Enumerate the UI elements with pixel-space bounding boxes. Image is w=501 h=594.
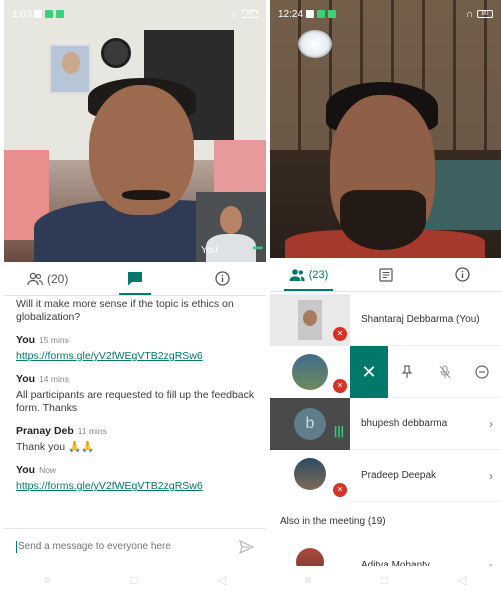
app-notification-icon <box>45 10 54 18</box>
chat-icon <box>127 272 142 286</box>
tab-chat[interactable] <box>91 262 178 295</box>
right-phone-screen: 12:24 ∩ 80 (23) ✕ Shantaraj Debbarma (Yo… <box>270 0 501 594</box>
participant-list: ✕ Shantaraj Debbarma (You) ✕ ✕ b ||| bhu… <box>270 293 501 592</box>
participant-name: Pradeep Deepak <box>361 470 437 481</box>
participant-avatar: ✕ <box>270 449 350 502</box>
speaking-icon: ||| <box>333 423 344 438</box>
info-icon <box>455 267 470 282</box>
menu-nav-icon[interactable]: ≡ <box>44 573 51 587</box>
message-link[interactable]: https://forms.gle/yV2fWEgVTB2zgRSw6 <box>16 480 260 493</box>
participant-avatar: b ||| <box>270 397 350 450</box>
battery-icon: 80 <box>477 10 493 18</box>
message-time: 14 mins <box>39 374 69 384</box>
home-nav-icon[interactable]: □ <box>130 573 137 587</box>
tab-people[interactable]: (23) <box>270 258 347 291</box>
battery-icon: 80 <box>242 10 258 18</box>
message-text: Thank you <box>16 441 66 453</box>
mic-off-icon <box>439 365 450 379</box>
back-nav-icon[interactable]: ◁ <box>457 573 466 587</box>
light-icon <box>298 30 332 58</box>
chevron-right-icon[interactable]: › <box>489 417 501 431</box>
main-video[interactable] <box>270 0 501 258</box>
remove-button[interactable] <box>463 365 501 379</box>
message-time: 11 mins <box>77 426 107 436</box>
chat-message: Pranay Deb 11 mins Thank you 🙏🙏 <box>16 425 260 454</box>
message-text: Will it make more sense if the topic is … <box>16 298 234 323</box>
status-bar: 12:24 ∩ 80 <box>270 0 501 28</box>
menu-nav-icon[interactable]: ≡ <box>305 573 312 587</box>
pin-icon <box>401 365 413 378</box>
app-notification-icon <box>328 10 337 18</box>
self-label: You <box>201 245 218 256</box>
message-sender: You <box>16 464 36 476</box>
main-video[interactable]: You ••• <box>4 0 266 262</box>
system-nav-bar: ≡ □ ◁ <box>4 566 266 594</box>
status-time: 12:24 <box>278 8 304 20</box>
panel-tabs: (23) <box>270 258 501 292</box>
chat-input[interactable] <box>18 541 238 552</box>
app-notification-icon <box>317 10 326 18</box>
message-link[interactable]: https://forms.gle/yV2fWEgVTB2zgRSw6 <box>16 350 260 363</box>
tab-chat[interactable] <box>347 258 424 291</box>
participant-name: Shantaraj Debbarma (You) <box>361 314 480 325</box>
participant-name: bhupesh debbarma <box>361 418 448 429</box>
chat-compose-bar <box>4 528 266 564</box>
mute-button[interactable] <box>426 365 464 379</box>
mic-off-icon: ✕ <box>333 378 347 393</box>
tab-info[interactable] <box>179 262 266 295</box>
message-text: All participants are requested to fill u… <box>16 389 255 414</box>
message-sender: You <box>16 373 36 385</box>
avatar-initial: b <box>294 407 326 440</box>
people-count: (23) <box>308 268 329 281</box>
participant-row[interactable]: b ||| bhupesh debbarma › <box>270 397 501 450</box>
status-time: 1:03 <box>12 8 32 20</box>
message-time: 15 mins <box>39 335 69 345</box>
mic-off-icon: ✕ <box>333 482 347 497</box>
more-options-icon[interactable]: ••• <box>252 241 263 255</box>
signal-icon <box>34 10 43 18</box>
panel-tabs: (20) <box>4 262 266 296</box>
message-time: Now <box>39 465 57 475</box>
chat-messages: Will it make more sense if the topic is … <box>16 298 260 503</box>
left-phone-screen: 1:03 ∩ 80 You ••• (20) Will it make more… <box>4 0 266 594</box>
chat-message: You 15 mins https://forms.gle/yV2fWEgVTB2… <box>16 334 260 363</box>
pray-emoji-icon: 🙏🙏 <box>67 441 95 453</box>
remove-icon <box>475 365 489 379</box>
headset-icon: ∩ <box>230 8 238 20</box>
participant-actions: ✕ <box>350 346 501 398</box>
chat-message: Will it make more sense if the topic is … <box>16 298 260 324</box>
participant-row[interactable]: ✕ ✕ <box>270 345 501 398</box>
section-header: Also in the meeting (19) <box>280 516 386 527</box>
signal-icon <box>306 10 315 18</box>
close-icon[interactable]: ✕ <box>350 346 388 398</box>
message-sender: You <box>16 334 36 346</box>
chat-icon <box>378 267 393 282</box>
self-view-tile[interactable]: You ••• <box>196 192 266 262</box>
people-count: (20) <box>46 271 69 286</box>
clock-icon <box>101 38 131 68</box>
tab-info[interactable] <box>424 258 501 291</box>
chat-message: You Now https://forms.gle/yV2fWEgVTB2zgRS… <box>16 464 260 493</box>
back-nav-icon[interactable]: ◁ <box>217 573 226 587</box>
headset-icon: ∩ <box>465 8 473 20</box>
people-icon <box>27 272 43 285</box>
app-notification-icon <box>56 10 65 18</box>
chat-message: You 14 mins All participants are requeste… <box>16 373 260 415</box>
pin-button[interactable] <box>388 365 426 379</box>
participant-avatar: ✕ <box>270 345 350 398</box>
system-nav-bar: ≡ □ ◁ <box>270 566 501 594</box>
chevron-right-icon[interactable]: › <box>489 469 501 483</box>
send-icon[interactable] <box>238 539 254 555</box>
status-bar: 1:03 ∩ 80 <box>4 0 266 28</box>
participant-row[interactable]: ✕ Pradeep Deepak › <box>270 449 501 502</box>
home-nav-icon[interactable]: □ <box>381 573 388 587</box>
participant-thumbnail: ✕ <box>270 293 350 346</box>
tab-people[interactable]: (20) <box>4 262 91 295</box>
mic-off-icon: ✕ <box>333 326 347 341</box>
people-icon <box>289 268 305 281</box>
message-sender: Pranay Deb <box>16 425 74 437</box>
info-icon <box>215 271 230 286</box>
participant-row[interactable]: ✕ Shantaraj Debbarma (You) <box>270 293 501 346</box>
